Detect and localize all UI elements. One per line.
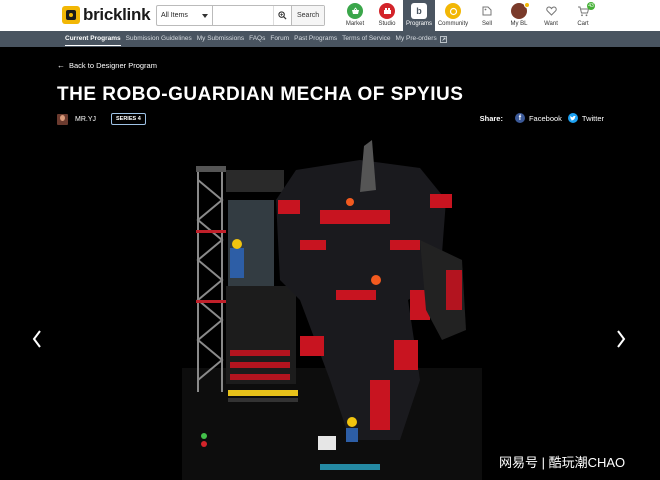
external-link-icon	[439, 35, 447, 43]
page-title: THE ROBO-GUARDIAN MECHA OF SPYIUS	[57, 84, 464, 105]
product-image[interactable]	[0, 140, 660, 480]
community-icon	[445, 3, 461, 19]
subnav-my-submissions[interactable]: My Submissions	[197, 31, 244, 47]
search-input[interactable]	[213, 6, 273, 25]
share-label: Share:	[479, 113, 503, 123]
share-facebook-label: Facebook	[528, 113, 562, 123]
nav-programs-label: Programs	[405, 21, 432, 27]
search-category-value: All Items	[161, 12, 188, 19]
carousel-prev-button[interactable]	[30, 327, 44, 351]
subnav-terms-of-service[interactable]: Terms of Service	[342, 31, 390, 47]
nav-market[interactable]: Market	[339, 0, 371, 31]
subnav-my-preorders[interactable]: My Pre-orders	[396, 31, 447, 47]
main-nav: Market Studio b Programs Community Sell	[339, 0, 599, 31]
search-bar: All Items Search	[156, 5, 326, 26]
programs-icon: b	[411, 3, 427, 19]
mecha-render-image	[0, 140, 660, 480]
nav-community-label: Community	[437, 21, 469, 27]
back-link-label: Back to Designer Program	[69, 61, 157, 70]
subnav-forum[interactable]: Forum	[270, 31, 289, 47]
subnav-current-programs[interactable]: Current Programs	[65, 33, 121, 46]
nav-my-bl[interactable]: My BL	[503, 0, 535, 31]
author-avatar[interactable]	[57, 113, 68, 125]
nav-studio-label: Studio	[378, 21, 396, 27]
search-button[interactable]: Search	[291, 6, 325, 25]
share-twitter-label: Twitter	[581, 113, 604, 123]
share-facebook-button[interactable]: f Facebook	[514, 113, 562, 123]
chevron-down-icon	[202, 13, 208, 18]
nav-my-bl-label: My BL	[510, 21, 528, 27]
chevron-right-icon	[617, 330, 626, 348]
heart-icon	[543, 3, 559, 19]
search-icon[interactable]	[273, 6, 291, 25]
sell-icon	[479, 3, 495, 19]
carousel-next-button[interactable]	[614, 327, 628, 351]
nav-want[interactable]: Want	[535, 0, 567, 31]
nav-cart[interactable]: 43 Cart	[567, 0, 599, 31]
series-badge: SERIES 4	[111, 113, 146, 125]
nav-cart-label: Cart	[577, 21, 589, 27]
nav-community[interactable]: Community	[435, 0, 471, 31]
market-basket-icon	[347, 3, 363, 19]
facebook-icon: f	[514, 113, 525, 123]
studio-icon	[379, 3, 395, 19]
author-name[interactable]: MR.YJ	[75, 116, 96, 123]
nav-market-label: Market	[345, 21, 365, 27]
subnav-past-programs[interactable]: Past Programs	[294, 31, 337, 47]
nav-sell-label: Sell	[481, 21, 492, 27]
top-header: bricklink All Items Search Market Studio…	[0, 0, 660, 31]
back-link[interactable]: ← Back to Designer Program	[57, 61, 157, 70]
arrow-left-icon: ←	[57, 61, 65, 70]
subnav-faqs[interactable]: FAQs	[249, 31, 265, 47]
watermark-text: 网易号 | 酷玩潮CHAO	[499, 455, 626, 470]
subnav-submission-guidelines[interactable]: Submission Guidelines	[126, 31, 192, 47]
logo-text: bricklink	[83, 5, 151, 24]
chevron-left-icon	[32, 330, 41, 348]
twitter-icon	[567, 113, 578, 123]
program-subnav: Current Programs Submission Guidelines M…	[0, 31, 660, 47]
nav-sell[interactable]: Sell	[471, 0, 503, 31]
nav-studio[interactable]: Studio	[371, 0, 403, 31]
search-category-select[interactable]: All Items	[157, 6, 213, 25]
cart-count-badge: 43	[587, 2, 595, 10]
author-info: MR.YJ SERIES 4	[57, 113, 146, 125]
nav-programs[interactable]: b Programs	[403, 0, 435, 31]
logo-mark-icon	[62, 6, 80, 24]
share-bar: Share: f Facebook Twitter	[480, 113, 604, 123]
share-twitter-button[interactable]: Twitter	[567, 113, 604, 123]
subnav-my-preorders-label: My Pre-orders	[395, 35, 437, 42]
bricklink-logo[interactable]: bricklink	[62, 5, 151, 25]
nav-want-label: Want	[544, 21, 558, 27]
avatar-icon	[511, 2, 530, 19]
